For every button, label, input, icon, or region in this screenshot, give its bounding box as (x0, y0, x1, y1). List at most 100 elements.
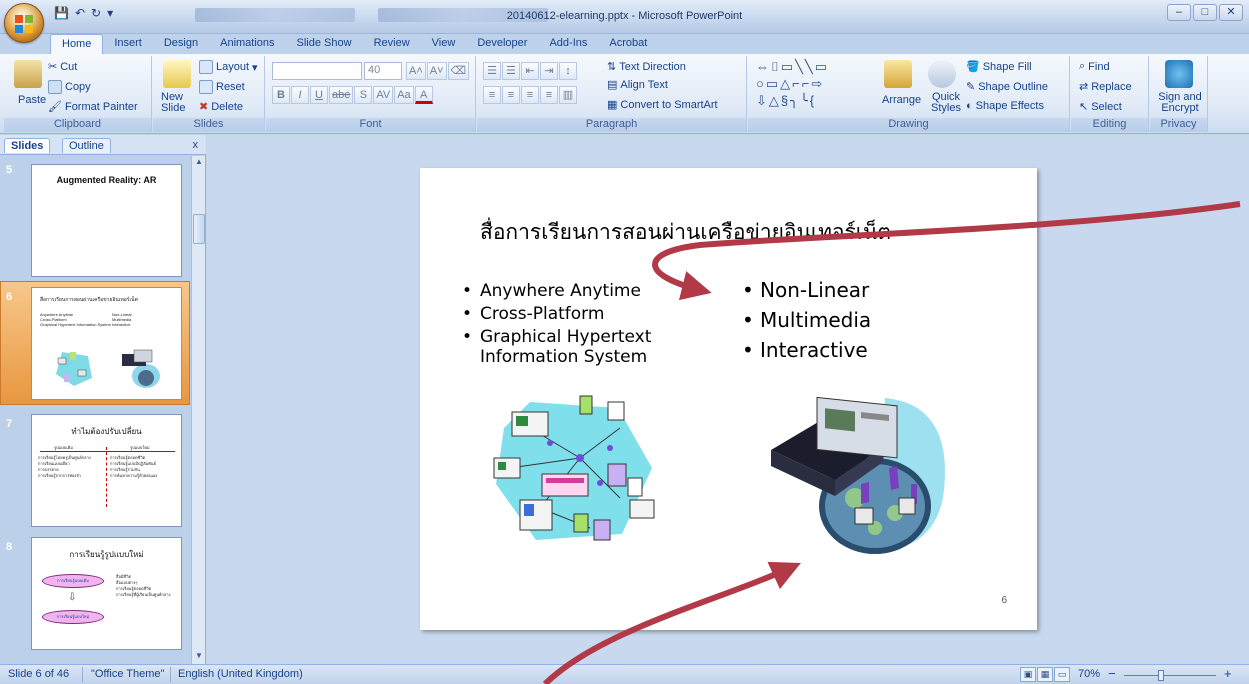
char-spacing-button[interactable]: AV (373, 86, 394, 104)
justify-button[interactable]: ≡ (540, 86, 558, 104)
tab-review[interactable]: Review (363, 34, 421, 54)
network-clipart[interactable] (490, 388, 660, 548)
tab-developer[interactable]: Developer (466, 34, 538, 54)
decrease-indent-button[interactable]: ⇤ (521, 62, 539, 80)
shape-fill-button[interactable]: 🪣 Shape Fill (966, 60, 1032, 74)
align-right-button[interactable]: ≡ (521, 86, 539, 104)
copy-button[interactable]: Copy (48, 80, 91, 94)
find-button[interactable]: ⌕ Find (1079, 60, 1110, 73)
effects-icon: ◐ (966, 100, 973, 112)
zoom-slider-track[interactable] (1124, 675, 1216, 676)
shape-effects-button[interactable]: ◐ Shape Effects (966, 100, 1044, 112)
align-center-button[interactable]: ≡ (502, 86, 520, 104)
format-painter-button[interactable]: 🖌 Format Painter (48, 100, 138, 114)
sign-encrypt-icon[interactable] (1165, 60, 1193, 88)
cut-button[interactable]: ✂ Cut (48, 60, 77, 74)
slide-thumbnail[interactable]: Augmented Reality: AR (31, 164, 182, 277)
scroll-up-icon[interactable]: ▲ (193, 157, 205, 169)
zoom-out-button[interactable]: − (1108, 666, 1116, 681)
bullets-button[interactable]: ☰ (483, 62, 501, 80)
right-bullet-list[interactable]: Non-Linear Multimedia Interactive (738, 275, 958, 365)
tab-slide-show[interactable]: Slide Show (286, 34, 363, 54)
slide-thumbnail[interactable]: การเรียนรู้รูปแบบใหม่ การเรียนรู้แบบเดิม… (31, 537, 182, 650)
arrange-button[interactable]: Arrange (882, 94, 921, 106)
office-button[interactable] (4, 3, 44, 43)
tab-view[interactable]: View (421, 34, 467, 54)
slide-title[interactable]: สื่อการเรียนการสอนผ่านเครือข่ายอินเทอร์เ… (480, 216, 891, 249)
line-spacing-button[interactable]: ↕ (559, 62, 577, 80)
maximize-button[interactable]: □ (1193, 4, 1217, 21)
sign-encrypt-button[interactable]: Sign and Encrypt (1154, 92, 1206, 114)
quick-styles-icon[interactable] (928, 60, 956, 88)
status-separator (170, 667, 171, 682)
shadow-button[interactable]: S (354, 86, 373, 104)
paste-button[interactable]: Paste (18, 94, 46, 106)
new-slide-icon[interactable] (163, 60, 191, 88)
computer-clipart-mini (122, 349, 160, 388)
zoom-in-button[interactable]: + (1224, 666, 1232, 681)
office-logo-icon (15, 15, 33, 33)
slide-page-number: 6 (1001, 595, 1007, 606)
increase-indent-button[interactable]: ⇥ (540, 62, 558, 80)
delete-button[interactable]: ✖ Delete (199, 100, 243, 114)
slide-canvas: สื่อการเรียนการสอนผ่านเครือข่ายอินเทอร์เ… (207, 135, 1249, 664)
tab-add-ins[interactable]: Add-Ins (538, 34, 598, 54)
clear-format-button[interactable]: ⌫ (447, 62, 470, 80)
italic-button[interactable]: I (291, 86, 309, 104)
tab-design[interactable]: Design (153, 34, 209, 54)
reset-button[interactable]: Reset (199, 80, 245, 94)
pane-scrollbar[interactable]: ▲ ▼ (191, 156, 205, 664)
text-direction-button[interactable]: ⇅ Text Direction (607, 60, 686, 74)
grow-font-button[interactable]: A˄ (406, 62, 426, 80)
normal-view-icon[interactable]: ▣ (1020, 667, 1036, 682)
current-slide[interactable]: สื่อการเรียนการสอนผ่านเครือข่ายอินเทอร์เ… (420, 168, 1037, 630)
align-left-button[interactable]: ≡ (483, 86, 501, 104)
slide-show-icon[interactable]: ▭ (1054, 667, 1070, 682)
scroll-thumb[interactable] (193, 214, 205, 244)
theme-status[interactable]: "Office Theme" (91, 668, 164, 680)
zoom-level[interactable]: 70% (1078, 668, 1100, 680)
minimize-button[interactable]: – (1167, 4, 1191, 21)
slide-sorter-icon[interactable]: ▦ (1037, 667, 1053, 682)
new-slide-button[interactable]: New Slide (161, 92, 201, 114)
smartart-icon: ▦ (607, 99, 618, 111)
tab-acrobat[interactable]: Acrobat (598, 34, 658, 54)
bold-button[interactable]: B (272, 86, 290, 104)
multimedia-computer-clipart[interactable] (765, 388, 955, 558)
replace-button[interactable]: ⇄ Replace (1079, 80, 1132, 94)
tab-slides[interactable]: Slides (4, 138, 51, 153)
scroll-down-icon[interactable]: ▼ (193, 651, 205, 663)
editing-group: ⌕ Find ⇄ Replace ↖ Select Editing (1071, 56, 1149, 132)
zoom-slider-thumb[interactable] (1158, 670, 1164, 681)
pane-close-icon[interactable]: x (193, 139, 199, 151)
columns-button[interactable]: ▥ (559, 86, 577, 104)
strikethrough-button[interactable]: abe (329, 86, 354, 104)
shapes-gallery[interactable]: ⇔⌷▭╲╲▭ ○▭△⌐⌐⇨ ⇩△§╮╰{ (756, 58, 856, 110)
language-status[interactable]: English (United Kingdom) (178, 668, 303, 680)
shrink-font-button[interactable]: A˅ (426, 62, 447, 80)
left-bullet-list[interactable]: Anywhere Anytime Cross-Platform Graphica… (458, 281, 718, 370)
tab-home[interactable]: Home (50, 34, 104, 54)
font-size-combo[interactable]: 40 (364, 62, 402, 80)
arrange-icon[interactable] (884, 60, 912, 88)
tab-animations[interactable]: Animations (209, 34, 285, 54)
underline-button[interactable]: U (310, 86, 328, 104)
change-case-button[interactable]: Aa (394, 86, 414, 104)
layout-button[interactable]: Layout ▾ (199, 60, 258, 74)
convert-smartart-button[interactable]: ▦ Convert to SmartArt (607, 98, 718, 112)
close-button[interactable]: ✕ (1219, 4, 1243, 21)
align-buttons: ≡ ≡ ≡ ≡ ▥ (483, 86, 577, 104)
select-button[interactable]: ↖ Select (1079, 100, 1122, 114)
tab-insert[interactable]: Insert (103, 34, 153, 54)
drawing-group: ⇔⌷▭╲╲▭ ○▭△⌐⌐⇨ ⇩△§╮╰{ Arrange Quick Styles … (748, 56, 1070, 132)
align-text-button[interactable]: ▤ Align Text (607, 78, 668, 92)
quick-styles-button[interactable]: Quick Styles (928, 92, 964, 114)
font-color-button[interactable]: A (414, 86, 433, 104)
font-name-combo[interactable] (272, 62, 362, 80)
shape-outline-button[interactable]: ✎ Shape Outline (966, 80, 1048, 94)
slide-thumbnail-selected[interactable]: สื่อการเรียนการสอนผ่านเครือข่ายอินเทอร์เ… (31, 287, 182, 400)
slide-thumbnail[interactable]: ทำไมต้องปรับเปลี่ยน รูปแบบเดิม รูปแบบใหม… (31, 414, 182, 527)
paste-icon[interactable] (14, 60, 42, 88)
numbering-button[interactable]: ☰ (502, 62, 520, 80)
tab-outline[interactable]: Outline (62, 138, 111, 153)
